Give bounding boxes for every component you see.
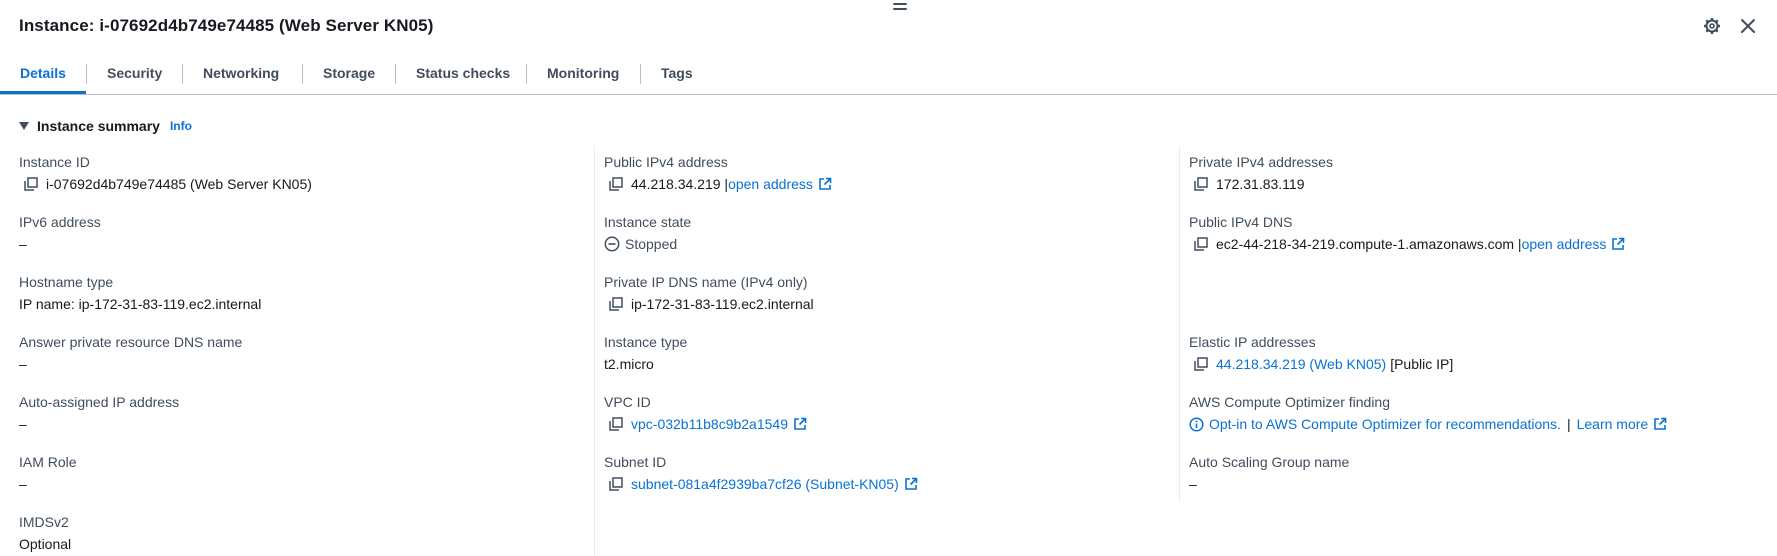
field-instance-type: Instance type t2.micro <box>604 333 1164 373</box>
tab-storage[interactable]: Storage <box>303 56 395 92</box>
field-vpc-id: VPC ID vpc-032b11b8c9b2a1549 <box>604 393 1164 433</box>
public-ipv4-value: 44.218.34.219 | <box>631 176 729 192</box>
field-imdsv2: IMDSv2 Optional <box>19 513 579 553</box>
field-label: IAM Role <box>19 454 77 470</box>
field-auto-assigned-ip: Auto-assigned IP address – <box>19 393 579 433</box>
field-label: AWS Compute Optimizer finding <box>1189 394 1390 410</box>
field-label: Instance ID <box>19 154 90 170</box>
imdsv2-value: Optional <box>19 536 72 552</box>
vpc-id-link[interactable]: vpc-032b11b8c9b2a1549 <box>631 415 788 433</box>
open-address-link[interactable]: open address <box>1522 235 1607 253</box>
field-label: Answer private resource DNS name <box>19 334 243 350</box>
field-hostname-type: Hostname type IP name: ip-172-31-83-119.… <box>19 273 579 313</box>
field-public-ipv4: Public IPv4 address 44.218.34.219 | open… <box>604 153 1164 193</box>
instance-id-value: i-07692d4b749e74485 (Web Server KN05) <box>46 176 312 192</box>
panel-resize-handle[interactable] <box>893 3 907 11</box>
copy-icon[interactable] <box>1193 176 1209 192</box>
copy-icon[interactable] <box>608 176 624 192</box>
field-label: Public IPv4 DNS <box>1189 214 1293 230</box>
field-label: Instance state <box>604 214 692 230</box>
panel-title: Instance: i-07692d4b749e74485 (Web Serve… <box>19 16 434 35</box>
field-elastic-ip: Elastic IP addresses 44.218.34.219 (Web … <box>1189 333 1749 373</box>
subnet-id-link[interactable]: subnet-081a4f2939ba7cf26 (Subnet-KN05) <box>631 475 899 493</box>
field-public-ipv4-dns: Public IPv4 DNS ec2-44-218-34-219.comput… <box>1189 213 1749 253</box>
field-label: IMDSv2 <box>19 514 69 530</box>
private-dns-value: ip-172-31-83-119.ec2.internal <box>631 296 814 312</box>
private-ipv4-value: 172.31.83.119 <box>1216 176 1305 192</box>
field-ipv6-address: IPv6 address – <box>19 213 579 253</box>
hostname-type-value: IP name: ip-172-31-83-119.ec2.internal <box>19 296 262 312</box>
external-link-icon[interactable] <box>793 417 807 431</box>
field-subnet-id: Subnet ID subnet-081a4f2939ba7cf26 (Subn… <box>604 453 1164 493</box>
field-label: Auto-assigned IP address <box>19 394 180 410</box>
ipv6-value: – <box>19 236 27 252</box>
field-label: Public IPv4 address <box>604 154 728 170</box>
info-link[interactable]: Info <box>170 119 192 133</box>
instance-state-value: Stopped <box>625 236 678 252</box>
public-dns-value: ec2-44-218-34-219.compute-1.amazonaws.co… <box>1216 236 1522 252</box>
field-label: Instance type <box>604 334 688 350</box>
field-iam-role: IAM Role – <box>19 453 579 493</box>
field-label: IPv6 address <box>19 214 101 230</box>
asg-value: – <box>1189 476 1197 492</box>
tab-security[interactable]: Security <box>87 56 182 92</box>
separator: | <box>1566 416 1571 432</box>
field-private-ip-dns: Private IP DNS name (IPv4 only) ip-172-3… <box>604 273 1164 313</box>
learn-more-link[interactable]: Learn more <box>1577 415 1649 433</box>
open-address-link[interactable]: open address <box>728 175 813 193</box>
tab-bar: Details Security Networking Storage Stat… <box>0 56 1777 95</box>
field-label: Subnet ID <box>604 454 667 470</box>
elastic-ip-link[interactable]: 44.218.34.219 (Web KN05) <box>1216 355 1386 373</box>
field-instance-state: Instance state Stopped <box>604 213 1164 253</box>
field-label: Auto Scaling Group name <box>1189 454 1350 470</box>
field-label: VPC ID <box>604 394 651 410</box>
caret-down-icon[interactable] <box>19 122 29 130</box>
field-instance-id: Instance ID i-07692d4b749e74485 (Web Ser… <box>19 153 579 193</box>
external-link-icon[interactable] <box>904 477 918 491</box>
panel-header: Instance: i-07692d4b749e74485 (Web Serve… <box>19 14 1758 44</box>
instance-summary-header: Instance summary Info <box>19 118 192 134</box>
close-icon[interactable] <box>1738 16 1758 36</box>
tab-details[interactable]: Details <box>0 56 86 94</box>
elastic-ip-suffix: [Public IP] <box>1390 356 1454 372</box>
field-auto-scaling-group: Auto Scaling Group name – <box>1189 453 1749 493</box>
field-label: Elastic IP addresses <box>1189 334 1316 350</box>
field-compute-optimizer: AWS Compute Optimizer finding Opt-in to … <box>1189 393 1749 433</box>
field-label: Private IP DNS name (IPv4 only) <box>604 274 808 290</box>
copy-icon[interactable] <box>1193 356 1209 372</box>
section-title[interactable]: Instance summary <box>37 118 160 134</box>
external-link-icon[interactable] <box>818 177 832 191</box>
field-label: Private IPv4 addresses <box>1189 154 1333 170</box>
copy-icon[interactable] <box>608 416 624 432</box>
copy-icon[interactable] <box>1193 236 1209 252</box>
external-link-icon[interactable] <box>1611 237 1625 251</box>
tab-networking[interactable]: Networking <box>183 56 299 92</box>
stopped-icon <box>604 236 620 252</box>
copy-icon[interactable] <box>23 176 39 192</box>
copy-icon[interactable] <box>608 296 624 312</box>
gear-icon[interactable] <box>1702 16 1722 36</box>
external-link-icon[interactable] <box>1653 417 1667 431</box>
auto-ip-value: – <box>19 416 27 432</box>
instance-type-value: t2.micro <box>604 356 654 372</box>
optimizer-opt-in-link[interactable]: Opt-in to AWS Compute Optimizer for reco… <box>1209 415 1561 433</box>
field-answer-private-dns: Answer private resource DNS name – <box>19 333 579 373</box>
answer-dns-value: – <box>19 356 27 372</box>
field-label: Hostname type <box>19 274 114 290</box>
field-private-ipv4: Private IPv4 addresses 172.31.83.119 <box>1189 153 1749 193</box>
info-circle-icon <box>1189 416 1204 432</box>
tab-status-checks[interactable]: Status checks <box>396 56 530 92</box>
iam-role-value: – <box>19 476 27 492</box>
copy-icon[interactable] <box>608 476 624 492</box>
tab-monitoring[interactable]: Monitoring <box>527 56 639 92</box>
tab-tags[interactable]: Tags <box>641 56 713 92</box>
